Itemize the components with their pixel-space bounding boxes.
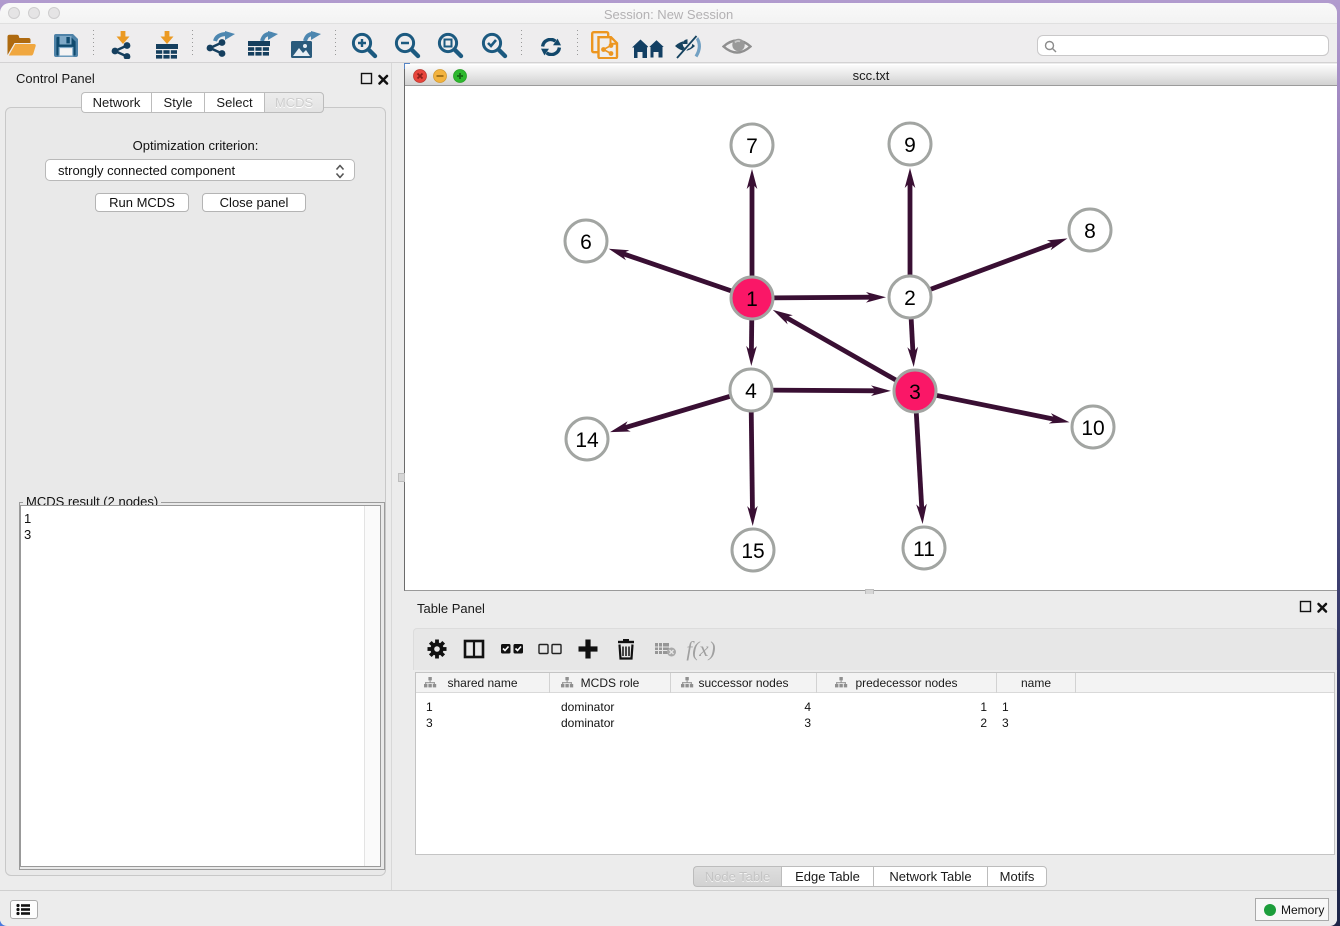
svg-text:f(x): f(x) (686, 637, 715, 661)
svg-text:6: 6 (580, 231, 592, 254)
svg-text:1: 1 (746, 288, 758, 311)
svg-text:2: 2 (904, 287, 916, 310)
svg-text:7: 7 (746, 135, 758, 158)
svg-text:15: 15 (741, 540, 764, 563)
svg-text:14: 14 (575, 429, 599, 452)
svg-text:9: 9 (904, 134, 916, 157)
svg-text:8: 8 (1084, 220, 1096, 243)
svg-text:4: 4 (745, 380, 757, 403)
svg-text:10: 10 (1081, 417, 1104, 440)
svg-text:3: 3 (909, 381, 921, 404)
svg-text:11: 11 (913, 538, 935, 561)
